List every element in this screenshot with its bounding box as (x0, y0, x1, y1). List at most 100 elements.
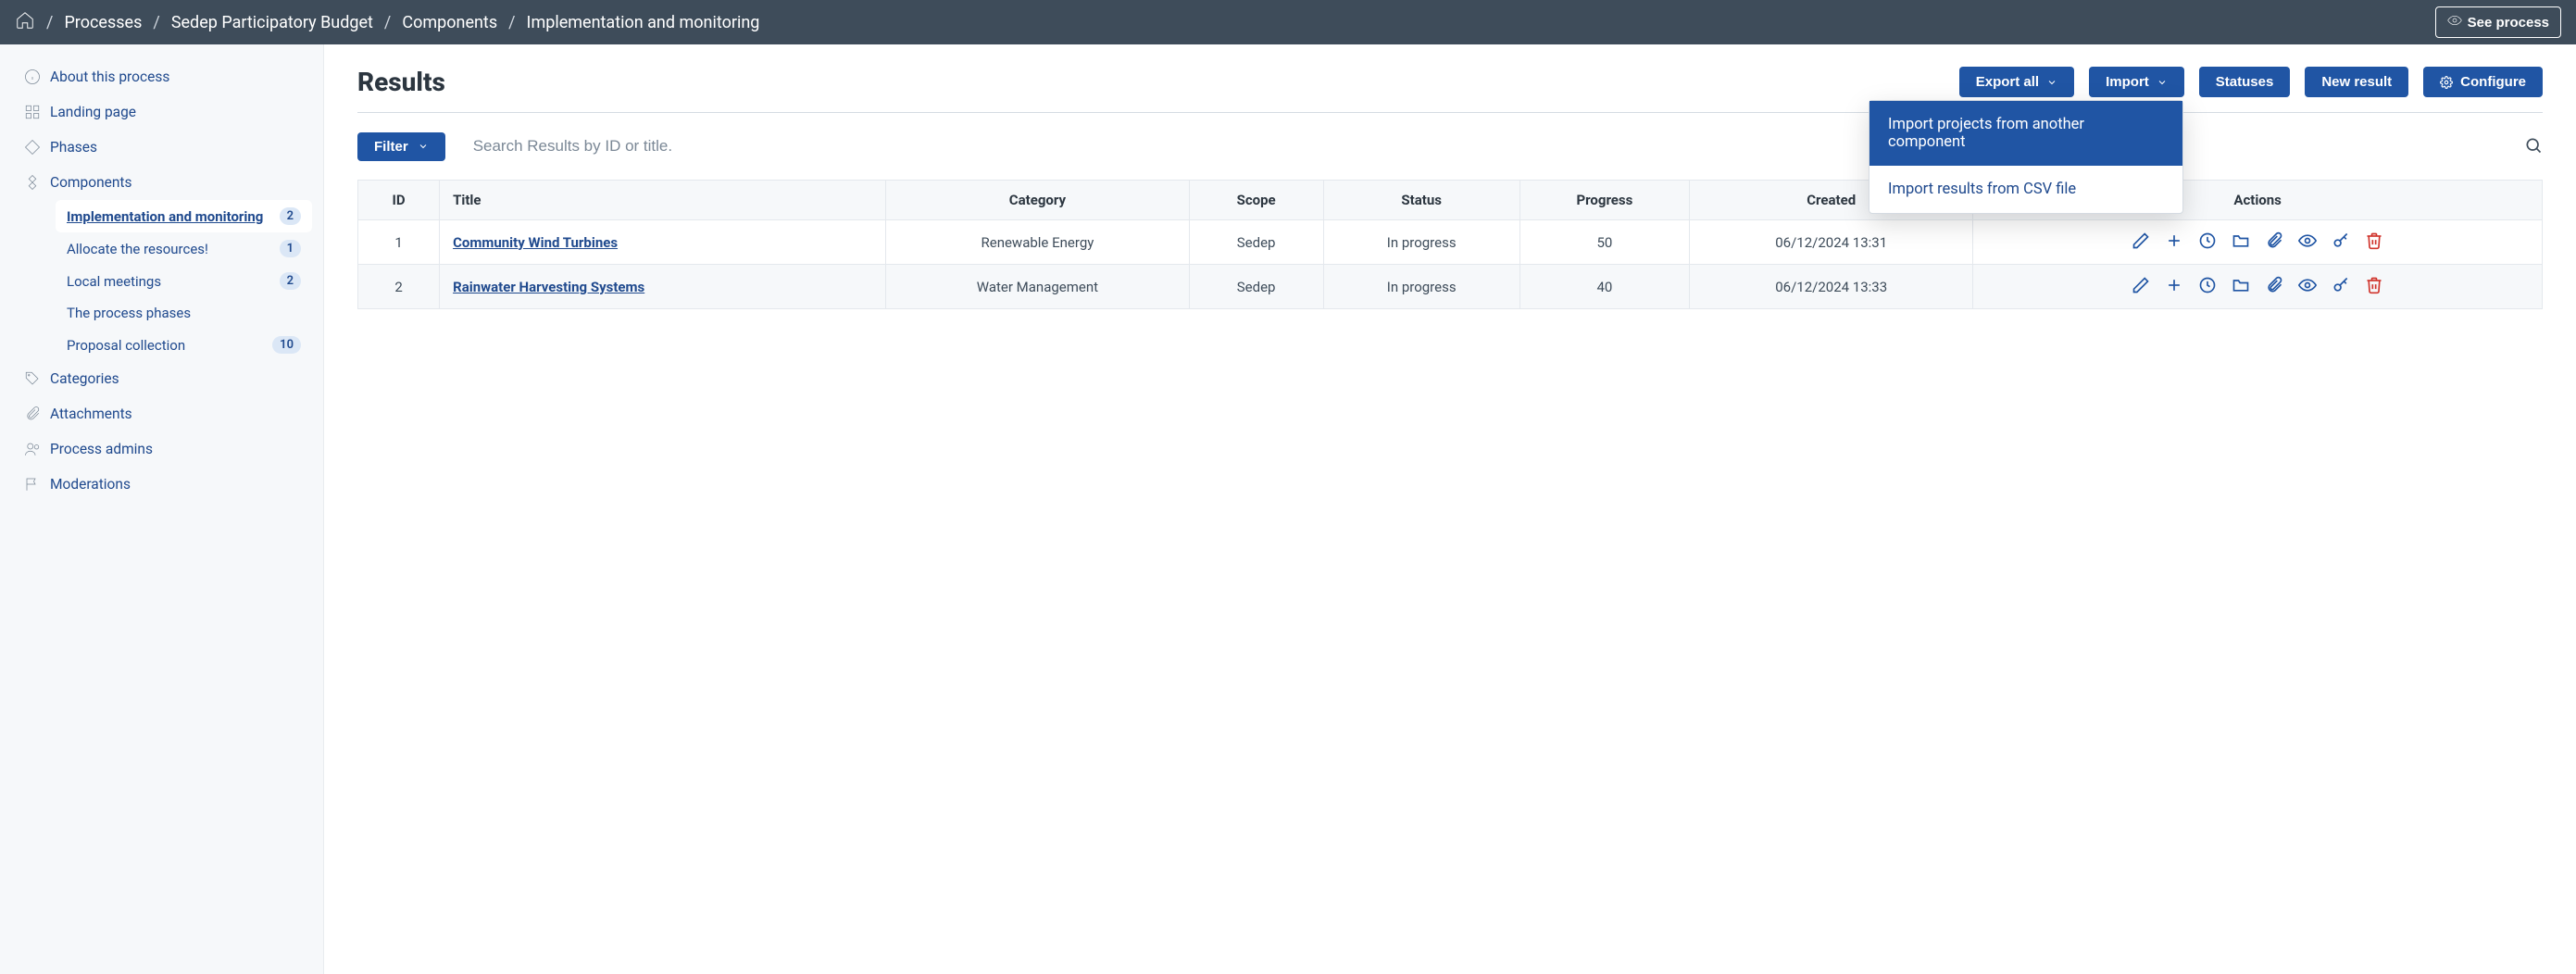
count-badge: 10 (272, 336, 301, 354)
cell-progress: 40 (1519, 265, 1689, 309)
sidebar-item-label: Process admins (50, 441, 153, 457)
preview-button[interactable] (2298, 231, 2317, 253)
sidebar-item-attachments[interactable]: Attachments (11, 396, 312, 431)
flag-icon (24, 476, 41, 493)
add-button[interactable] (2165, 276, 2183, 297)
component-icon (24, 174, 41, 191)
attachment-button[interactable] (2265, 231, 2283, 253)
sidebar-sub-meetings[interactable]: Local meetings 2 (56, 265, 312, 297)
clock-icon (2198, 231, 2217, 250)
folder-icon (2232, 231, 2250, 250)
sidebar-item-moderations[interactable]: Moderations (11, 467, 312, 502)
result-title-link[interactable]: Community Wind Turbines (453, 234, 618, 251)
th-scope: Scope (1189, 181, 1323, 220)
timeline-button[interactable] (2198, 231, 2217, 253)
folder-button[interactable] (2232, 231, 2250, 253)
delete-button[interactable] (2365, 276, 2383, 297)
see-process-button[interactable]: See process (2435, 6, 2561, 38)
permissions-button[interactable] (2332, 276, 2350, 297)
statuses-button[interactable]: Statuses (2199, 67, 2291, 97)
dropdown-item-import-csv[interactable]: Import results from CSV file (1869, 166, 2182, 213)
plus-icon (2165, 276, 2183, 294)
cell-category: Water Management (886, 265, 1189, 309)
row-actions (1986, 231, 2529, 253)
breadcrumb-item[interactable]: Processes (64, 13, 142, 32)
attachment-button[interactable] (2265, 276, 2283, 297)
sidebar-components-sub: Implementation and monitoring 2 Allocate… (11, 200, 312, 361)
sidebar-sub-phases[interactable]: The process phases (56, 297, 312, 329)
gear-icon (2440, 76, 2453, 89)
eye-icon (2298, 231, 2317, 250)
th-progress: Progress (1519, 181, 1689, 220)
breadcrumb-item[interactable]: Implementation and monitoring (527, 13, 760, 32)
home-icon[interactable] (15, 10, 35, 35)
folder-button[interactable] (2232, 276, 2250, 297)
result-title-link[interactable]: Rainwater Harvesting Systems (453, 279, 644, 295)
button-label: Export all (1976, 74, 2039, 90)
count-badge: 2 (280, 272, 301, 290)
cell-created: 06/12/2024 13:31 (1690, 220, 1973, 265)
edit-button[interactable] (2132, 276, 2150, 297)
trash-icon (2365, 231, 2383, 250)
cell-progress: 50 (1519, 220, 1689, 265)
edit-button[interactable] (2132, 231, 2150, 253)
sidebar-sub-proposal[interactable]: Proposal collection 10 (56, 329, 312, 361)
page-header: Results Export all Import Statuses New r… (357, 67, 2543, 113)
button-label: Statuses (2216, 74, 2274, 90)
paperclip-icon (2265, 231, 2283, 250)
th-id: ID (358, 181, 440, 220)
breadcrumb-separator: / (46, 13, 53, 32)
export-all-button[interactable]: Export all (1959, 67, 2074, 97)
key-icon (2332, 276, 2350, 294)
configure-button[interactable]: Configure (2423, 67, 2543, 97)
dropdown-item-import-projects[interactable]: Import projects from another component (1869, 101, 2182, 166)
delete-button[interactable] (2365, 231, 2383, 253)
preview-button[interactable] (2298, 276, 2317, 297)
chevron-down-icon (2046, 77, 2057, 88)
permissions-button[interactable] (2332, 231, 2350, 253)
sidebar-item-landing[interactable]: Landing page (11, 94, 312, 130)
sidebar-sub-implementation[interactable]: Implementation and monitoring 2 (56, 200, 312, 232)
eye-icon (2447, 13, 2462, 31)
timeline-button[interactable] (2198, 276, 2217, 297)
breadcrumb-separator: / (508, 13, 515, 32)
paperclip-icon (2265, 276, 2283, 294)
cell-actions (1973, 265, 2543, 309)
sidebar-sub-label: Proposal collection (67, 337, 185, 354)
cell-scope: Sedep (1189, 265, 1323, 309)
breadcrumb-item[interactable]: Components (402, 13, 497, 32)
sidebar-item-about[interactable]: About this process (11, 59, 312, 94)
folder-icon (2232, 276, 2250, 294)
sidebar-item-admins[interactable]: Process admins (11, 431, 312, 467)
sidebar-item-label: About this process (50, 69, 169, 85)
users-icon (24, 441, 41, 457)
table-row: 2 Rainwater Harvesting Systems Water Man… (358, 265, 2543, 309)
row-actions (1986, 276, 2529, 297)
cell-actions (1973, 220, 2543, 265)
add-button[interactable] (2165, 231, 2183, 253)
sidebar-item-components[interactable]: Components (11, 165, 312, 200)
sidebar: About this process Landing page Phases C… (0, 44, 324, 974)
import-button[interactable]: Import (2089, 67, 2184, 97)
button-label: New result (2321, 74, 2392, 90)
chevron-down-icon (2157, 77, 2168, 88)
sidebar-sub-label: Implementation and monitoring (67, 208, 263, 225)
search-input[interactable] (464, 131, 853, 161)
button-label: Import (2106, 74, 2149, 90)
key-icon (2332, 231, 2350, 250)
sidebar-sub-allocate[interactable]: Allocate the resources! 1 (56, 232, 312, 265)
sidebar-item-label: Phases (50, 139, 97, 156)
new-result-button[interactable]: New result (2305, 67, 2408, 97)
page-title: Results (357, 67, 445, 97)
search-submit-button[interactable] (2524, 136, 2543, 157)
cell-title: Rainwater Harvesting Systems (440, 265, 886, 309)
sidebar-item-label: Moderations (50, 476, 131, 493)
topbar: / Processes / Sedep Participatory Budget… (0, 0, 2576, 44)
trash-icon (2365, 276, 2383, 294)
filter-button[interactable]: Filter (357, 132, 445, 161)
breadcrumb-item[interactable]: Sedep Participatory Budget (171, 13, 373, 32)
diamond-icon (24, 139, 41, 156)
sidebar-item-categories[interactable]: Categories (11, 361, 312, 396)
sidebar-item-label: Components (50, 174, 131, 191)
sidebar-item-phases[interactable]: Phases (11, 130, 312, 165)
